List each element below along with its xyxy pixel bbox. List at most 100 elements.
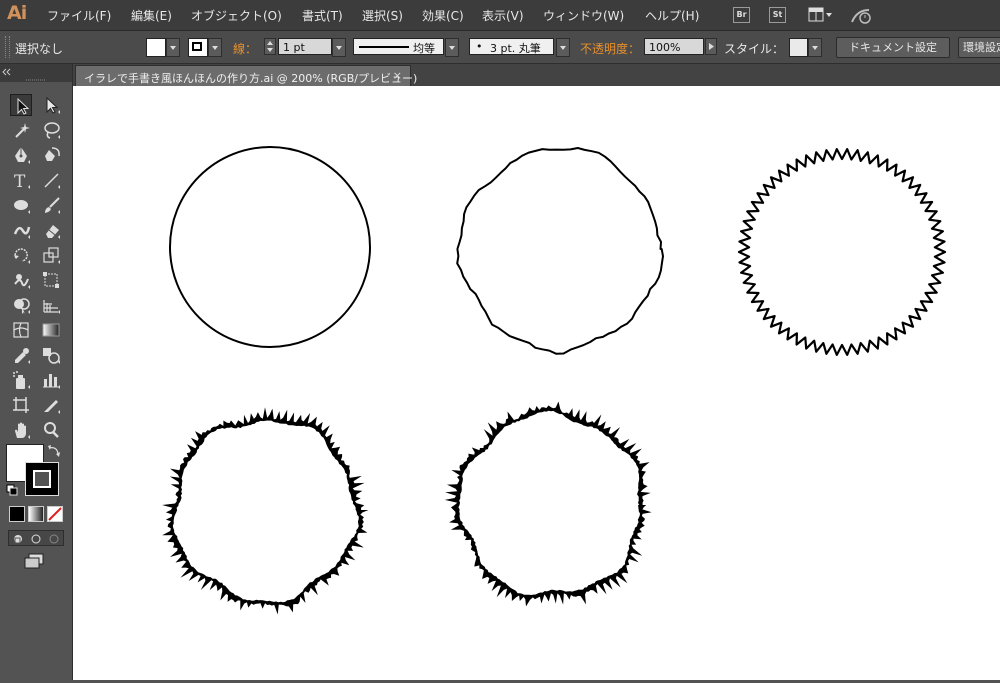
preferences-button[interactable]: 環境設定 xyxy=(958,37,1000,58)
zoom-tool[interactable] xyxy=(40,419,62,441)
curvature-pen-tool[interactable] xyxy=(40,144,62,166)
blend-icon xyxy=(43,348,60,364)
blend-tool[interactable] xyxy=(40,344,62,366)
eyedropper-tool[interactable] xyxy=(10,344,32,366)
gradient-mode-button[interactable] xyxy=(28,506,44,522)
line-segment-icon xyxy=(44,173,60,189)
arrange-documents-button[interactable] xyxy=(808,7,834,23)
menu-effect[interactable]: 効果(C) xyxy=(422,7,464,24)
artboard-tool[interactable] xyxy=(10,394,32,416)
default-colors-button[interactable] xyxy=(6,484,18,496)
lasso-tool[interactable] xyxy=(40,119,62,141)
rocket-icon xyxy=(851,9,871,24)
opacity-field[interactable]: 100% xyxy=(644,38,704,55)
svg-text:T: T xyxy=(14,172,26,191)
menu-view[interactable]: 表示(V) xyxy=(482,7,524,24)
type-t-icon: T xyxy=(14,172,30,192)
stroke-weight-stepper[interactable] xyxy=(264,38,276,55)
knife-icon xyxy=(44,400,60,414)
menu-window[interactable]: ウィンドウ(W) xyxy=(543,7,624,24)
none-mode-button[interactable] xyxy=(47,506,63,522)
shape-builder-tool[interactable] xyxy=(10,294,32,316)
type-tool[interactable]: T xyxy=(10,169,32,192)
menu-object[interactable]: オブジェクト(O) xyxy=(191,7,282,24)
screen-mode-button[interactable] xyxy=(22,552,48,570)
symbol-sprayer-tool[interactable] xyxy=(10,369,32,391)
eyedropper-icon xyxy=(15,348,30,364)
mesh-tool[interactable] xyxy=(10,319,32,341)
stroke-label[interactable]: 線： xyxy=(233,40,257,57)
paintbrush-icon xyxy=(45,197,60,214)
shaper-tool[interactable] xyxy=(10,219,32,241)
ellipse-tool[interactable] xyxy=(10,194,32,216)
document-tab[interactable]: イラレで手書き風ほんほんの作り方.ai @ 200% (RGB/プレビュー) × xyxy=(75,65,417,86)
rotate-tool[interactable] xyxy=(10,244,32,266)
brush-dot-icon: • xyxy=(476,40,483,53)
column-graph-tool[interactable] xyxy=(40,369,62,391)
document-tab-bar: イラレで手書き風ほんほんの作り方.ai @ 200% (RGB/プレビュー) × xyxy=(73,64,1000,86)
plain-circle[interactable] xyxy=(169,146,371,348)
profile-label: 均等 xyxy=(413,42,435,55)
bridge-button[interactable]: Br xyxy=(733,7,750,23)
menu-edit[interactable]: 編集(E) xyxy=(131,7,172,24)
shape-builder-icon xyxy=(14,298,30,315)
fill-dropdown[interactable] xyxy=(166,38,180,57)
arrow-icon xyxy=(17,97,30,115)
graphic-style-swatch[interactable] xyxy=(789,38,808,57)
free-transform-tool[interactable] xyxy=(40,269,62,291)
opacity-label[interactable]: 不透明度： xyxy=(580,40,640,57)
profile-line-icon xyxy=(359,46,409,48)
slice-tool[interactable] xyxy=(40,394,62,416)
white-arrow-icon xyxy=(46,96,60,114)
menu-file[interactable]: ファイル(F) xyxy=(47,7,111,24)
hand-tool[interactable] xyxy=(10,419,32,441)
paintbrush-tool[interactable] xyxy=(40,194,62,216)
gradient-icon xyxy=(42,323,60,337)
pen-nib-icon xyxy=(15,147,30,164)
magic-wand-tool[interactable] xyxy=(10,119,32,141)
stepper-arrows-icon xyxy=(267,41,273,52)
variable-width-profile[interactable]: 均等 xyxy=(353,38,444,55)
mesh-icon xyxy=(13,322,29,338)
scale-tool[interactable] xyxy=(40,244,62,266)
direct-selection-tool[interactable] xyxy=(40,94,62,116)
opacity-slider-button[interactable] xyxy=(705,38,717,55)
tools-panel-header[interactable] xyxy=(0,64,72,82)
brush-definition[interactable]: • 3 pt. 丸筆 xyxy=(469,38,554,55)
graphic-style-dropdown[interactable] xyxy=(808,38,822,57)
perspective-grid-icon xyxy=(43,300,60,314)
stroke-color-indicator[interactable] xyxy=(25,462,59,496)
artboard-canvas[interactable] xyxy=(73,86,1000,680)
pen-tool[interactable] xyxy=(10,144,32,166)
zigzag-circle[interactable] xyxy=(737,148,947,356)
gradient-tool[interactable] xyxy=(40,319,62,341)
fill-swatch[interactable] xyxy=(146,38,166,57)
color-mode-button[interactable] xyxy=(9,506,25,522)
eraser-tool[interactable] xyxy=(40,219,62,241)
swap-fill-stroke-button[interactable] xyxy=(47,444,61,458)
stroke-weight-dropdown[interactable] xyxy=(332,38,346,57)
gpu-performance-button[interactable] xyxy=(849,7,875,25)
menu-type[interactable]: 書式(T) xyxy=(302,7,343,24)
stroke-swatch[interactable] xyxy=(188,38,208,57)
warp-tool[interactable] xyxy=(10,269,32,291)
stock-button[interactable]: St xyxy=(769,7,786,23)
profile-dropdown[interactable] xyxy=(445,38,459,57)
panel-grip[interactable] xyxy=(5,36,10,58)
menu-help[interactable]: ヘルプ(H) xyxy=(645,7,699,24)
perspective-grid-tool[interactable] xyxy=(40,294,62,316)
stroke-dropdown[interactable] xyxy=(208,38,222,57)
menu-select[interactable]: 選択(S) xyxy=(362,7,403,24)
fringed-circle-2[interactable] xyxy=(444,401,652,607)
selection-tool[interactable] xyxy=(10,94,32,116)
screen-mode-icon xyxy=(24,553,44,569)
brush-dropdown[interactable] xyxy=(556,38,570,57)
document-setup-button[interactable]: ドキュメント設定 xyxy=(836,37,950,58)
rotate-icon xyxy=(14,248,30,264)
stroke-weight-field[interactable]: 1 pt xyxy=(278,38,332,55)
curvature-pen-icon xyxy=(45,147,60,161)
line-tool[interactable] xyxy=(40,169,62,191)
close-icon[interactable]: × xyxy=(393,69,402,82)
fringed-circle-1[interactable] xyxy=(162,407,369,615)
roughened-circle[interactable] xyxy=(456,147,664,355)
